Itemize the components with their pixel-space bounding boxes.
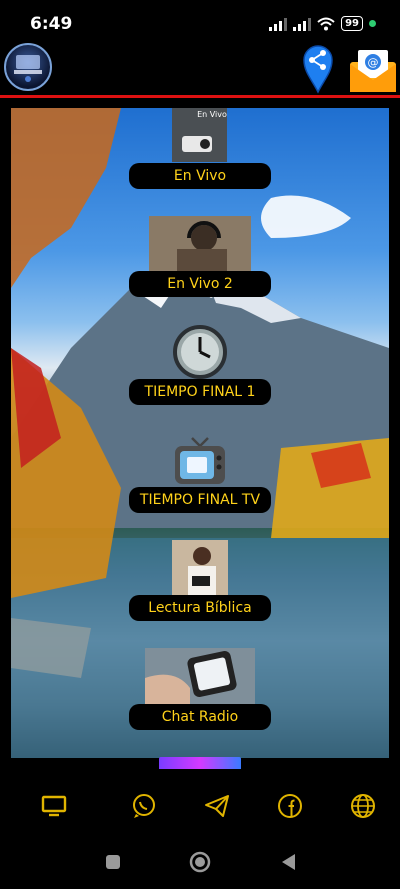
menu-item-en-vivo[interactable]: En Vivo En Vivo xyxy=(11,108,389,208)
svg-text:@: @ xyxy=(368,56,379,69)
system-nav-bar xyxy=(0,836,400,889)
email-icon[interactable]: @ xyxy=(348,44,398,94)
signal-icon xyxy=(269,17,288,31)
menu-item-tiempo-final-1[interactable]: TIEMPO FINAL 1 xyxy=(11,324,389,424)
telegram-icon[interactable] xyxy=(203,792,231,820)
share-location-icon[interactable] xyxy=(302,42,334,94)
notification-dot xyxy=(369,20,376,27)
bottom-nav xyxy=(0,780,400,836)
web-globe-icon[interactable] xyxy=(349,792,377,820)
clock: 6:49 xyxy=(30,14,73,34)
back-button[interactable] xyxy=(280,853,296,871)
header-divider xyxy=(0,95,400,98)
signal-icon xyxy=(293,17,312,31)
wifi-icon xyxy=(317,17,335,30)
menu-item-chat-radio[interactable]: Chat Radio xyxy=(11,648,389,748)
battery-indicator: 99 xyxy=(341,16,363,31)
tv-thumbnail xyxy=(172,434,228,486)
menu-button-label[interactable]: En Vivo 2 xyxy=(129,271,271,297)
recents-button[interactable] xyxy=(105,854,121,870)
whatsapp-icon[interactable] xyxy=(130,792,158,820)
menu-item-tiempo-final-tv[interactable]: TIEMPO FINAL TV xyxy=(11,432,389,532)
tv-icon[interactable] xyxy=(40,792,68,820)
clock-thumbnail xyxy=(172,324,228,379)
menu-button-label[interactable]: En Vivo xyxy=(129,163,271,189)
live-radio-thumbnail: En Vivo xyxy=(172,108,227,162)
phone-chat-thumbnail xyxy=(145,648,255,704)
next-item-thumbnail-peek xyxy=(159,757,241,769)
station-logo-icon[interactable] xyxy=(4,43,52,91)
menu-panel: En Vivo En Vivo En Vivo 2 TIEMPO FINAL 1 xyxy=(11,108,389,758)
menu-button-label[interactable]: TIEMPO FINAL TV xyxy=(129,487,271,513)
app-header: @ xyxy=(0,40,400,96)
live-badge: En Vivo xyxy=(197,110,227,119)
bible-reading-thumbnail xyxy=(172,540,228,595)
menu-button-label[interactable]: Chat Radio xyxy=(129,704,271,730)
home-button[interactable] xyxy=(189,851,211,873)
status-icons: 99 xyxy=(269,16,376,31)
facebook-icon[interactable] xyxy=(276,792,304,820)
headphones-listener-thumbnail xyxy=(149,216,251,271)
menu-button-label[interactable]: Lectura Bíblica xyxy=(129,595,271,621)
menu-item-lectura-biblica[interactable]: Lectura Bíblica xyxy=(11,540,389,640)
menu-button-label[interactable]: TIEMPO FINAL 1 xyxy=(129,379,271,405)
menu-item-en-vivo-2[interactable]: En Vivo 2 xyxy=(11,216,389,316)
